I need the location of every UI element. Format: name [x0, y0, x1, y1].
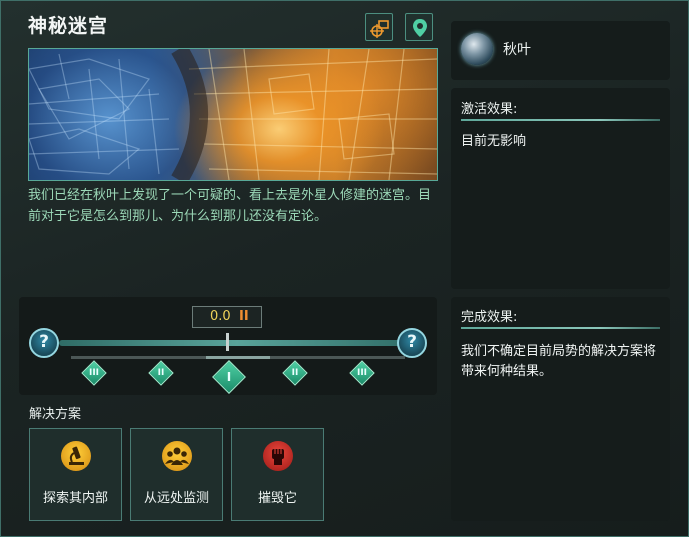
completion-underline	[461, 327, 660, 329]
marker-diamond[interactable]: II	[282, 360, 308, 386]
solution-label: 探索其内部	[42, 491, 108, 506]
camera-target-button[interactable]	[365, 13, 393, 41]
planet-name: 秋叶	[503, 42, 531, 58]
event-window: 神秘迷宫 我们已经在秋叶上发现了一个可疑的、看上去是外星人修建的迷宫。目前对于它…	[0, 0, 689, 537]
marker-label: III	[88, 368, 100, 378]
marker-label: II	[157, 368, 165, 378]
solutions-label: 解决方案	[29, 407, 82, 422]
timeline-value-box: 0.0 II	[192, 306, 262, 328]
planet-card[interactable]: 秋叶	[451, 21, 670, 80]
map-pin-icon	[413, 19, 427, 37]
marker-diamond[interactable]: II	[148, 360, 174, 386]
solution-monitor-button[interactable]: 从远处监测	[130, 428, 223, 521]
timeline-value: 0.0	[210, 309, 231, 324]
planet-icon	[461, 33, 493, 65]
completion-heading: 完成效果:	[461, 310, 518, 325]
event-title: 神秘迷宫	[28, 15, 109, 37]
solution-destroy-button[interactable]: 摧毁它	[231, 428, 324, 521]
marker-label: III	[356, 368, 368, 378]
timeline-track[interactable]	[59, 340, 415, 346]
observers-icon	[162, 441, 192, 471]
completion-text: 我们不确定目前局势的解决方案将带来何种结果。	[461, 344, 657, 379]
camera-target-icon	[370, 20, 389, 38]
fist-icon	[263, 441, 293, 471]
timeline-panel: 0.0 II ? ? III II I II III	[19, 297, 437, 395]
marker-diamond[interactable]: III	[81, 360, 107, 386]
maze-artwork	[29, 49, 437, 180]
activation-underline	[461, 119, 660, 121]
timeline-handle[interactable]	[226, 333, 229, 351]
pause-icon[interactable]: II	[239, 309, 249, 324]
map-pin-button[interactable]	[405, 13, 433, 41]
event-description: 我们已经在秋叶上发现了一个可疑的、看上去是外星人修建的迷宫。目前对于它是怎么到那…	[28, 188, 432, 224]
help-right-button[interactable]: ?	[397, 328, 427, 358]
microscope-icon	[61, 441, 91, 471]
marker-label: I	[226, 370, 232, 384]
solution-label: 从远处监测	[143, 491, 209, 506]
timeline-current-segment	[206, 356, 270, 359]
solution-explore-button[interactable]: 探索其内部	[29, 428, 122, 521]
solution-label: 摧毁它	[257, 491, 297, 506]
timeline-scale	[71, 356, 405, 359]
marker-label: II	[291, 368, 299, 378]
marker-diamond-current[interactable]: I	[212, 360, 246, 394]
completion-effect-panel: 完成效果: 我们不确定目前局势的解决方案将带来何种结果。	[451, 297, 670, 521]
help-left-button[interactable]: ?	[29, 328, 59, 358]
activation-heading: 激活效果:	[461, 102, 518, 117]
activation-effect-panel: 激活效果: 目前无影响	[451, 88, 670, 289]
marker-diamond[interactable]: III	[349, 360, 375, 386]
event-image	[28, 48, 438, 181]
activation-text: 目前无影响	[461, 134, 527, 149]
